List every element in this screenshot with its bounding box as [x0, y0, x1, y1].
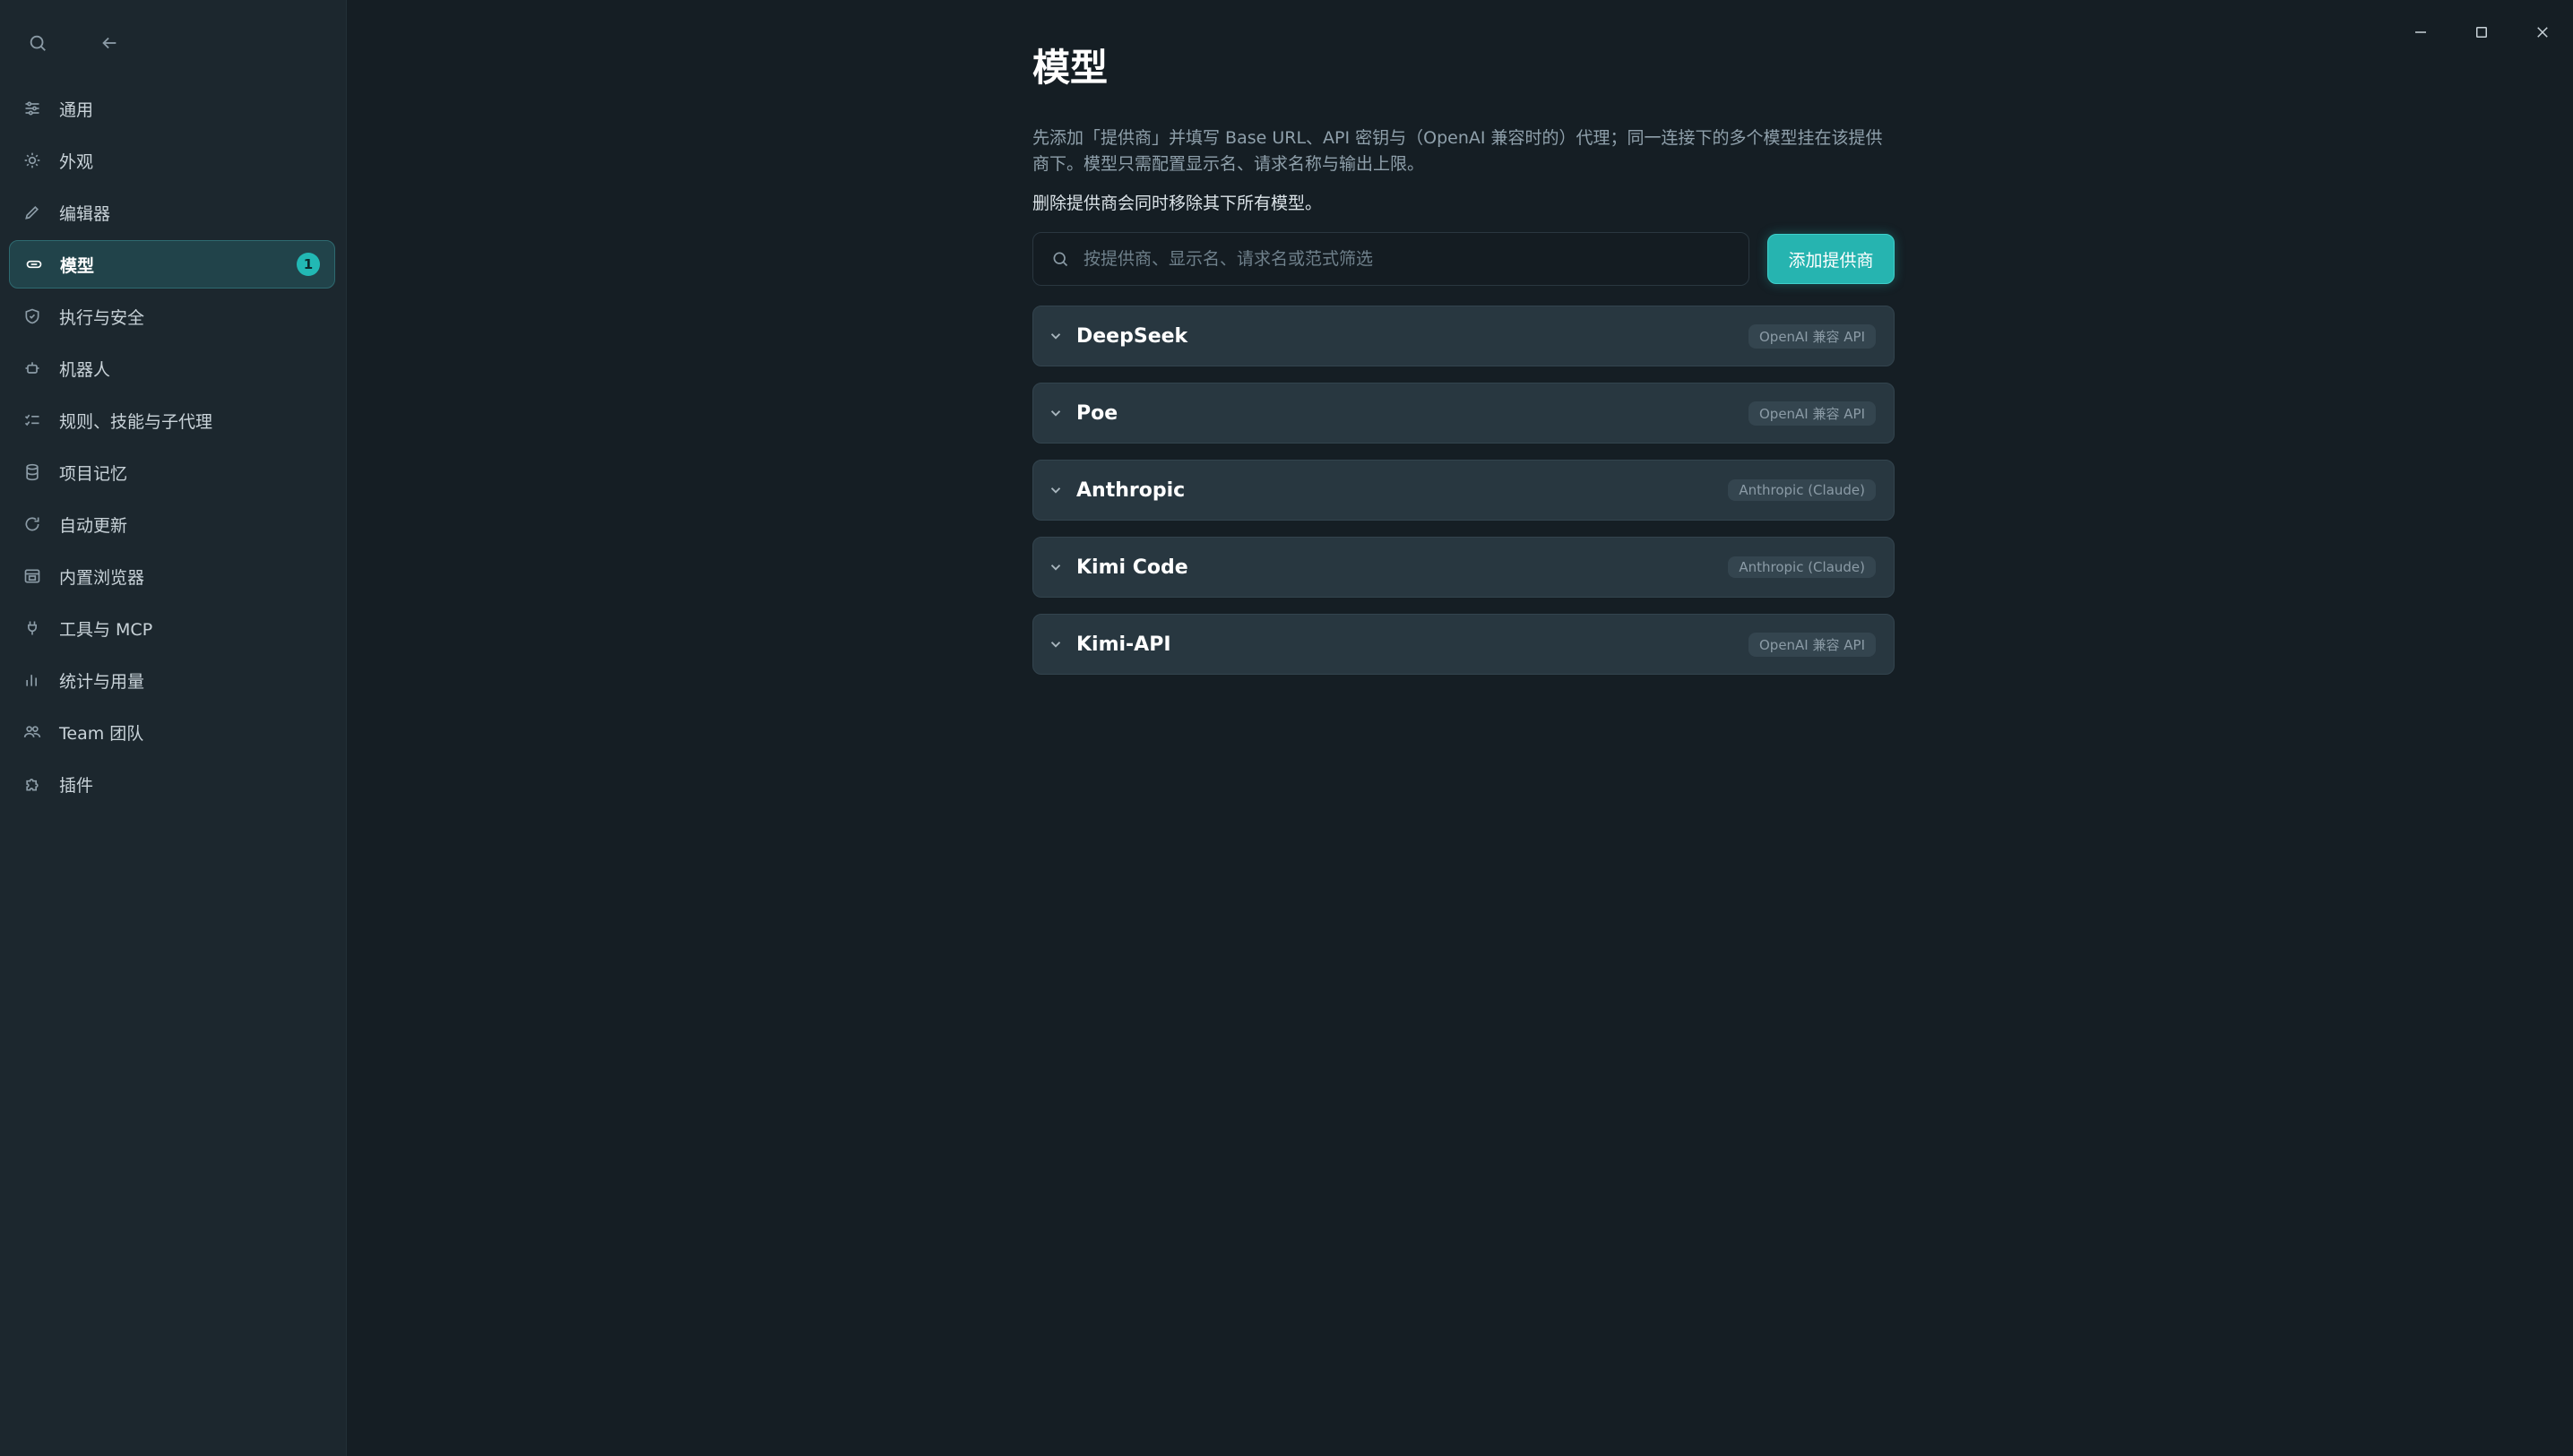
- sidebar: 通用 外观 编辑器 模型 1 执行与安全 机器人 规则、技能与子代理 项目记忆 …: [0, 0, 347, 1456]
- plug-icon: [23, 617, 59, 639]
- sidebar-item-browser[interactable]: 内置浏览器: [9, 552, 335, 600]
- search-box: [1032, 232, 1749, 286]
- browser-icon: [23, 565, 59, 587]
- provider-row-poe[interactable]: Poe OpenAI 兼容 API: [1032, 383, 1895, 444]
- chevron-down-icon: [1048, 328, 1073, 344]
- sidebar-item-label: 内置浏览器: [59, 567, 145, 588]
- provider-name: Poe: [1076, 401, 1118, 425]
- provider-name: Kimi Code: [1076, 556, 1188, 579]
- sidebar-item-tools-mcp[interactable]: 工具与 MCP: [9, 604, 335, 652]
- delete-note: 删除提供商会同时移除其下所有模型。: [1032, 194, 1323, 213]
- provider-type-tag: Anthropic (Claude): [1728, 479, 1876, 501]
- sidebar-item-appearance[interactable]: 外观: [9, 136, 335, 185]
- sidebar-item-label: 工具与 MCP: [59, 619, 153, 640]
- provider-row-anthropic[interactable]: Anthropic Anthropic (Claude): [1032, 460, 1895, 521]
- sidebar-item-label: 执行与安全: [59, 307, 145, 328]
- chevron-down-icon: [1048, 559, 1073, 575]
- sidebar-item-general[interactable]: 通用: [9, 84, 335, 133]
- sidebar-item-label: 编辑器: [59, 203, 111, 224]
- sidebar-item-team[interactable]: Team 团队: [9, 708, 335, 756]
- robot-icon: [23, 358, 59, 379]
- sidebar-item-label: 模型: [60, 255, 95, 276]
- close-icon[interactable]: [2525, 16, 2560, 48]
- back-arrow-icon[interactable]: [91, 25, 127, 61]
- chevron-down-icon: [1048, 636, 1073, 652]
- sidebar-item-robot[interactable]: 机器人: [9, 344, 335, 392]
- chevron-down-icon: [1048, 482, 1073, 498]
- sidebar-item-label: 插件: [59, 775, 94, 796]
- models-panel: 模型 先添加「提供商」并填写 Base URL、API 密钥与（OpenAI 兼…: [1032, 36, 1895, 691]
- pencil-icon: [23, 202, 59, 223]
- sliders-icon: [23, 98, 59, 119]
- sidebar-item-label: 自动更新: [59, 515, 128, 536]
- sidebar-item-editor[interactable]: 编辑器: [9, 188, 335, 237]
- search-icon: [1051, 250, 1069, 268]
- sidebar-item-models[interactable]: 模型 1: [9, 240, 335, 289]
- provider-type-tag: OpenAI 兼容 API: [1748, 401, 1876, 426]
- sidebar-item-label: 外观: [59, 151, 94, 172]
- provider-row-deepseek[interactable]: DeepSeek OpenAI 兼容 API: [1032, 306, 1895, 366]
- rules-icon: [23, 409, 59, 431]
- refresh-icon: [23, 513, 59, 535]
- sidebar-item-label: Team 团队: [59, 723, 144, 744]
- provider-type-tag: OpenAI 兼容 API: [1748, 632, 1876, 657]
- sidebar-item-memory[interactable]: 项目记忆: [9, 448, 335, 496]
- provider-name: Kimi-API: [1076, 633, 1171, 656]
- bar-chart-icon: [23, 669, 59, 691]
- provider-filter-input[interactable]: [1084, 249, 1748, 269]
- sidebar-item-rules[interactable]: 规则、技能与子代理: [9, 396, 335, 444]
- sidebar-item-stats[interactable]: 统计与用量: [9, 656, 335, 704]
- maximize-icon[interactable]: [2464, 16, 2500, 48]
- provider-list: DeepSeek OpenAI 兼容 API Poe OpenAI 兼容 API…: [1032, 306, 1895, 675]
- sidebar-item-security[interactable]: 执行与安全: [9, 292, 335, 340]
- minimize-icon[interactable]: [2403, 16, 2439, 48]
- count-badge: 1: [297, 253, 320, 276]
- settings-nav: 通用 外观 编辑器 模型 1 执行与安全 机器人 规则、技能与子代理 项目记忆 …: [9, 84, 335, 812]
- provider-type-tag: OpenAI 兼容 API: [1748, 323, 1876, 349]
- database-icon: [23, 461, 59, 483]
- shield-icon: [23, 306, 59, 327]
- page-title: 模型: [1032, 46, 1109, 90]
- window-controls: [2403, 16, 2560, 48]
- sidebar-item-updates[interactable]: 自动更新: [9, 500, 335, 548]
- chevron-down-icon: [1048, 405, 1073, 421]
- sidebar-toolbar: [20, 25, 127, 61]
- add-provider-button[interactable]: 添加提供商: [1767, 234, 1895, 284]
- link-icon: [24, 254, 60, 275]
- sidebar-item-label: 统计与用量: [59, 671, 145, 692]
- provider-row-kimi-api[interactable]: Kimi-API OpenAI 兼容 API: [1032, 614, 1895, 675]
- provider-name: DeepSeek: [1076, 324, 1188, 348]
- sidebar-item-label: 机器人: [59, 359, 111, 380]
- puzzle-icon: [23, 773, 59, 795]
- team-icon: [23, 721, 59, 743]
- sidebar-item-label: 规则、技能与子代理: [59, 411, 213, 432]
- sidebar-item-plugins[interactable]: 插件: [9, 760, 335, 808]
- provider-name: Anthropic: [1076, 478, 1186, 502]
- page-description: 先添加「提供商」并填写 Base URL、API 密钥与（OpenAI 兼容时的…: [1032, 128, 1883, 174]
- sidebar-item-label: 项目记忆: [59, 463, 128, 484]
- provider-row-kimi-code[interactable]: Kimi Code Anthropic (Claude): [1032, 537, 1895, 598]
- provider-type-tag: Anthropic (Claude): [1728, 556, 1876, 578]
- sun-icon: [23, 150, 59, 171]
- search-icon[interactable]: [20, 25, 56, 61]
- sidebar-item-label: 通用: [59, 99, 94, 120]
- provider-toolbar: 添加提供商: [1032, 232, 1895, 286]
